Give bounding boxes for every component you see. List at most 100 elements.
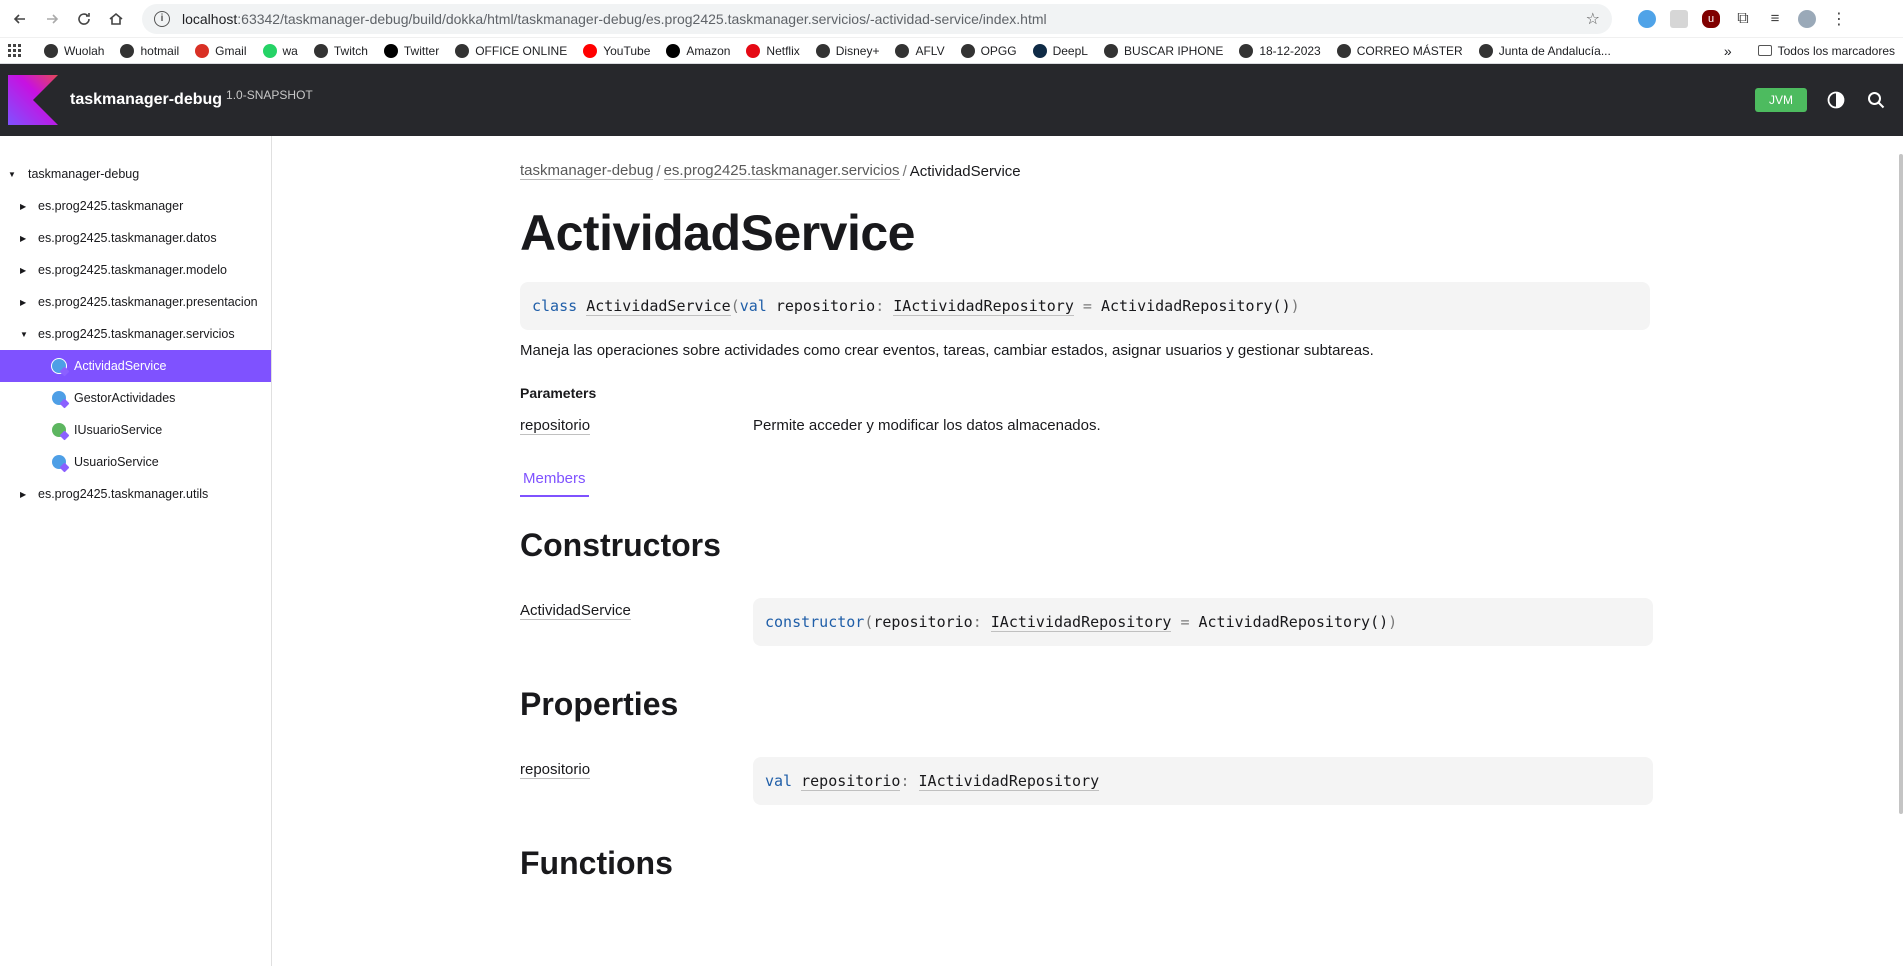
sidebar-item-label: es.prog2425.taskmanager bbox=[38, 199, 184, 213]
home-button[interactable] bbox=[102, 5, 130, 33]
property-row: repositorio val repositorio: IActividadR… bbox=[520, 757, 1903, 805]
bookmark-item[interactable]: Twitch bbox=[313, 43, 368, 58]
back-button[interactable] bbox=[6, 5, 34, 33]
platform-filter-jvm[interactable]: JVM bbox=[1755, 88, 1807, 112]
chevron-right-icon[interactable]: ▶ bbox=[20, 234, 30, 243]
sidebar-item-root[interactable]: ▼ taskmanager-debug bbox=[0, 158, 271, 190]
sidebar-item-package[interactable]: ▶ es.prog2425.taskmanager bbox=[0, 190, 271, 222]
bookmark-item[interactable]: 18-12-2023 bbox=[1239, 43, 1321, 58]
class-icon bbox=[52, 391, 66, 405]
profile-avatar-icon[interactable] bbox=[1798, 9, 1816, 28]
signature-type-link[interactable]: IActividadRepository bbox=[990, 613, 1172, 632]
project-version: 1.0-SNAPSHOT bbox=[226, 88, 313, 102]
arrow-right-icon bbox=[47, 13, 59, 24]
signature-class-name: ActividadService bbox=[586, 296, 731, 316]
bookmark-favicon-icon bbox=[666, 43, 681, 58]
parameter-description: Permite acceder y modificar los datos al… bbox=[753, 417, 1101, 434]
bookmark-favicon-icon bbox=[1103, 43, 1118, 58]
scrollbar[interactable] bbox=[1897, 140, 1903, 966]
bookmark-label: CORREO MÁSTER bbox=[1356, 43, 1463, 58]
signature-param: repositorio bbox=[775, 297, 876, 315]
sidebar-item-package-utils[interactable]: ▶ es.prog2425.taskmanager.utils bbox=[0, 478, 271, 510]
bookmark-favicon-icon bbox=[960, 43, 975, 58]
constructor-name-link[interactable]: ActividadService bbox=[520, 602, 631, 620]
bookmark-item[interactable]: Twitter bbox=[383, 43, 439, 58]
bookmark-item[interactable]: wa bbox=[262, 43, 298, 58]
reload-button[interactable] bbox=[70, 5, 98, 33]
parameter-name[interactable]: repositorio bbox=[520, 417, 591, 435]
tab-members[interactable]: Members bbox=[520, 470, 589, 497]
scrollbar-thumb[interactable] bbox=[1899, 154, 1903, 814]
more-bookmarks-button[interactable]: » bbox=[1724, 43, 1732, 59]
menu-kebab-icon[interactable]: ⋮ bbox=[1830, 10, 1848, 28]
sidebar-item-package[interactable]: ▶ es.prog2425.taskmanager.presentacion bbox=[0, 286, 271, 318]
project-name[interactable]: taskmanager-debug bbox=[70, 91, 222, 109]
class-icon bbox=[52, 359, 66, 373]
all-bookmarks-button[interactable]: Todos los marcadores bbox=[1757, 44, 1895, 58]
address-bar[interactable]: i localhost :63342/taskmanager-debug/bui… bbox=[142, 3, 1612, 34]
apps-grid-icon[interactable] bbox=[8, 43, 22, 58]
bookmark-item[interactable]: OPGG bbox=[960, 43, 1017, 58]
parameters-heading: Parameters bbox=[520, 385, 597, 401]
bookmark-item[interactable]: Amazon bbox=[666, 43, 730, 58]
sidebar-item-actividadservice[interactable]: ActividadService bbox=[0, 350, 271, 382]
property-signature: val repositorio: IActividadRepository bbox=[753, 757, 1653, 805]
bookmark-item[interactable]: Netflix bbox=[746, 43, 800, 58]
bookmark-item[interactable]: OFFICE ONLINE bbox=[455, 43, 567, 58]
breadcrumb-link-project[interactable]: taskmanager-debug bbox=[520, 162, 654, 180]
document-extension-icon[interactable] bbox=[1670, 9, 1688, 28]
sidebar-item-package[interactable]: ▶ es.prog2425.taskmanager.datos bbox=[0, 222, 271, 254]
property-name-link[interactable]: repositorio bbox=[520, 761, 591, 779]
keyword-class: class bbox=[532, 297, 578, 315]
bookmark-favicon-icon bbox=[1336, 43, 1351, 58]
extensions-puzzle-icon[interactable]: ⧉ bbox=[1734, 10, 1752, 28]
breadcrumb-link-package[interactable]: es.prog2425.taskmanager.servicios bbox=[663, 162, 900, 180]
interface-icon bbox=[52, 423, 66, 437]
bookmark-item[interactable]: YouTube bbox=[583, 43, 650, 58]
bookmark-item[interactable]: DeepL bbox=[1032, 43, 1088, 58]
sidebar-item-package-servicios[interactable]: ▼ es.prog2425.taskmanager.servicios bbox=[0, 318, 271, 350]
sidebar-item-package[interactable]: ▶ es.prog2425.taskmanager.modelo bbox=[0, 254, 271, 286]
bookmark-favicon-icon bbox=[815, 43, 830, 58]
kotlin-logo-icon[interactable] bbox=[8, 75, 58, 125]
sidebar-item-label: GestorActividades bbox=[74, 391, 176, 405]
chevron-right-icon[interactable]: ▶ bbox=[20, 202, 30, 211]
constructors-heading: Constructors bbox=[520, 527, 721, 563]
bookmark-item[interactable]: Wuolah bbox=[44, 43, 104, 58]
chevron-right-icon[interactable]: ▶ bbox=[20, 490, 30, 499]
constructor-signature: constructor(repositorio: IActividadRepos… bbox=[753, 598, 1653, 646]
sidebar-item-usuarioservice[interactable]: UsuarioService bbox=[0, 446, 271, 478]
site-info-icon[interactable]: i bbox=[154, 10, 170, 27]
sidebar-item-gestoractividades[interactable]: GestorActividades bbox=[0, 382, 271, 414]
chevron-right-icon[interactable]: ▶ bbox=[20, 298, 30, 307]
chevron-down-icon[interactable]: ▼ bbox=[8, 170, 18, 179]
theme-toggle-icon[interactable] bbox=[1825, 89, 1847, 111]
sidebar-item-label: es.prog2425.taskmanager.presentacion bbox=[38, 295, 258, 309]
signature-type-link[interactable]: IActividadRepository bbox=[918, 772, 1100, 791]
bookmark-item[interactable]: CORREO MÁSTER bbox=[1336, 43, 1463, 58]
properties-heading: Properties bbox=[520, 686, 679, 722]
breadcrumb: taskmanager-debug / es.prog2425.taskmana… bbox=[520, 162, 1903, 180]
bookmark-item[interactable]: hotmail bbox=[120, 43, 179, 58]
url-host: localhost bbox=[182, 10, 238, 27]
bookmark-item[interactable]: Junta de Andalucía... bbox=[1478, 43, 1611, 58]
bookmark-star-icon[interactable]: ☆ bbox=[1586, 9, 1600, 29]
bookmark-item[interactable]: Disney+ bbox=[815, 43, 879, 58]
url-path: :63342/taskmanager-debug/build/dokka/htm… bbox=[237, 10, 1047, 27]
media-controls-icon[interactable]: ≡ bbox=[1766, 10, 1784, 28]
ublock-extension-icon[interactable]: u bbox=[1702, 9, 1720, 28]
sidebar-item-label: es.prog2425.taskmanager.datos bbox=[38, 231, 217, 245]
chevron-right-icon[interactable]: ▶ bbox=[20, 266, 30, 275]
signature-paren-close: ) bbox=[1388, 613, 1398, 631]
bookmark-item[interactable]: BUSCAR IPHONE bbox=[1103, 43, 1223, 58]
search-icon[interactable] bbox=[1865, 89, 1887, 111]
bookmark-favicon-icon bbox=[583, 43, 598, 58]
bookmark-item[interactable]: AFLV bbox=[895, 43, 945, 58]
forward-button[interactable] bbox=[38, 5, 66, 33]
bookmark-item[interactable]: Gmail bbox=[195, 43, 247, 58]
signature-paren-close: ) bbox=[1290, 297, 1300, 315]
chevron-down-icon[interactable]: ▼ bbox=[20, 330, 30, 339]
signature-type-link[interactable]: IActividadRepository bbox=[893, 297, 1074, 316]
sidebar-item-iusuarioservice[interactable]: IUsuarioService bbox=[0, 414, 271, 446]
cloud-extension-icon[interactable] bbox=[1638, 9, 1656, 28]
